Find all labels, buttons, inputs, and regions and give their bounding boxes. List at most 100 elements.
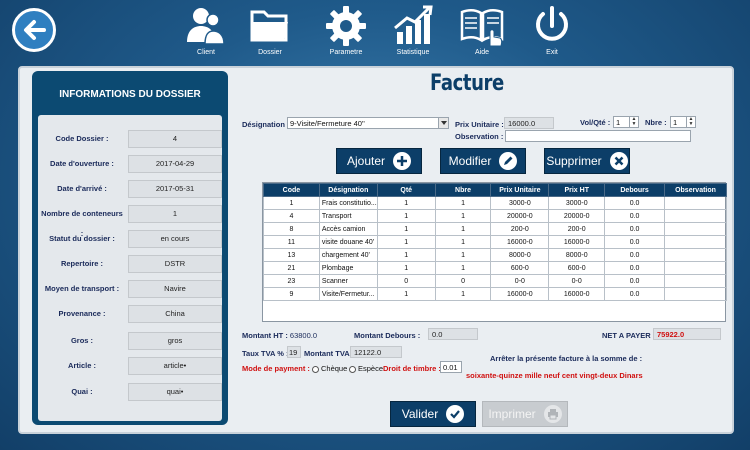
table-cell[interactable]: 1 [263,196,320,210]
table-cell[interactable]: 0 [434,274,492,288]
table-cell[interactable]: 21 [263,261,320,275]
radio-circle[interactable] [349,365,356,373]
modifier-button[interactable]: Modifier [440,148,526,174]
droit-timbre-input[interactable]: 0.01 [440,361,462,373]
table-cell[interactable]: 8 [263,222,320,236]
table-cell[interactable]: 1 [376,209,436,223]
table-row[interactable]: 8 Accès camion 1 1 200-0 200-0 0.0 [263,222,727,236]
table-row[interactable]: 11 visite douane 40' 1 1 16000-0 16000-0 0.0 [263,235,727,249]
table-cell[interactable]: 9 [263,287,320,301]
table-cell[interactable]: 1 [434,287,492,301]
table-cell[interactable]: 0.0 [604,196,666,210]
stepper-arrows[interactable]: ▲ ▼ [629,117,638,127]
table-cell[interactable]: 16000-0 [490,235,550,249]
table-row[interactable]: 9 Visite/Fermetur... 1 1 16000-0 16000-0 0.0 [263,287,727,301]
table-cell[interactable]: 600-0 [548,261,606,275]
table-cell[interactable]: 0.0 [604,222,666,236]
table-cell[interactable]: 1 [376,235,436,249]
table-row[interactable]: 13 chargement 40' 1 1 8000-0 8000-0 0.0 [263,248,727,262]
table-cell[interactable]: 0.0 [604,261,666,275]
table-cell[interactable] [664,248,727,262]
table-row[interactable]: 4 Transport 1 1 20000-0 20000-0 0.0 [263,209,727,223]
table-cell[interactable] [664,235,727,249]
table-cell[interactable]: 1 [434,196,492,210]
table-cell[interactable]: 1 [376,248,436,262]
table-cell[interactable]: 1 [376,222,436,236]
col-header-code[interactable]: Code [263,183,320,197]
table-cell[interactable]: 4 [263,209,320,223]
table-cell[interactable]: 8000-0 [548,248,606,262]
table-cell[interactable]: chargement 40' [318,248,378,262]
table-cell[interactable]: Transport [318,209,378,223]
table-cell[interactable]: 16000-0 [490,287,550,301]
cheque-radio[interactable]: Chèque [312,364,347,373]
stepper-arrows[interactable]: ▲ ▼ [686,117,695,127]
nav-dossier-button[interactable]: Dossier [240,4,300,56]
table-cell[interactable]: 16000-0 [548,235,606,249]
table-cell[interactable]: Visite/Fermetur... [318,287,378,301]
col-header-prix-ht[interactable]: Prix HT [548,183,606,197]
espece-radio[interactable]: Espèce [349,364,383,373]
table-cell[interactable] [664,274,727,288]
table-cell[interactable]: 20000-0 [490,209,550,223]
table-cell[interactable]: Frais constitutio... [318,196,378,210]
nbre-stepper[interactable]: 1 ▲ ▼ [670,116,696,128]
table-cell[interactable] [664,209,727,223]
table-cell[interactable]: 3000-0 [490,196,550,210]
col-header-nbre[interactable]: Nbre [434,183,492,197]
table-row[interactable]: 1 Frais constitutio... 1 1 3000-0 3000-0 0.0 [263,196,727,210]
table-cell[interactable]: 1 [434,235,492,249]
table-row[interactable]: 21 Plombage 1 1 600-0 600-0 0.0 [263,261,727,275]
col-header-qte[interactable]: Qté [376,183,436,197]
table-cell[interactable]: 11 [263,235,320,249]
table-cell[interactable] [664,196,727,210]
vol-qte-stepper[interactable]: 1 ▲ ▼ [613,116,639,128]
table-cell[interactable]: 0-0 [548,274,606,288]
table-cell[interactable]: Accès camion [318,222,378,236]
table-cell[interactable]: 1 [434,261,492,275]
col-header-observation[interactable]: Observation [664,183,727,197]
table-cell[interactable] [664,287,727,301]
table-cell[interactable]: 0.0 [604,274,666,288]
table-cell[interactable]: 1 [376,287,436,301]
supprimer-button[interactable]: Supprimer [544,148,630,174]
imprimer-button[interactable]: Imprimer [482,401,568,427]
table-cell[interactable]: visite douane 40' [318,235,378,249]
ajouter-button[interactable]: Ajouter [336,148,422,174]
valider-button[interactable]: Valider [390,401,476,427]
back-button[interactable] [12,8,56,52]
table-cell[interactable] [664,261,727,275]
table-cell[interactable]: 0.0 [604,209,666,223]
table-cell[interactable]: 1 [434,248,492,262]
table-cell[interactable]: 20000-0 [548,209,606,223]
chevron-down-icon[interactable]: ▼ [687,122,695,127]
table-cell[interactable]: 1 [376,196,436,210]
invoice-table[interactable]: Code Désignation Qté Nbre Prix Unitaire … [262,182,727,322]
observation-input[interactable] [505,130,691,142]
col-header-prix-unitaire[interactable]: Prix Unitaire [490,183,550,197]
nav-statistique-button[interactable]: Statistique [383,4,443,56]
table-cell[interactable]: 0-0 [490,274,550,288]
nav-parametre-button[interactable]: Parametre [316,4,376,56]
nav-aide-button[interactable]: Aide [452,4,512,56]
table-cell[interactable]: 3000-0 [548,196,606,210]
table-cell[interactable]: 23 [263,274,320,288]
nav-client-button[interactable]: Client [176,4,236,56]
table-cell[interactable]: 0.0 [604,248,666,262]
table-cell[interactable]: 8000-0 [490,248,550,262]
col-header-debours[interactable]: Debours [604,183,666,197]
table-cell[interactable]: Plombage [318,261,378,275]
table-cell[interactable]: Scanner [318,274,378,288]
table-cell[interactable]: 1 [376,261,436,275]
table-cell[interactable]: 13 [263,248,320,262]
table-cell[interactable]: 0 [376,274,436,288]
table-cell[interactable]: 0.0 [604,287,666,301]
table-cell[interactable]: 1 [434,209,492,223]
designation-select[interactable]: 9-Visite/Fermeture 40'' [287,117,449,129]
table-cell[interactable] [664,222,727,236]
table-cell[interactable]: 0.0 [604,235,666,249]
chevron-down-icon[interactable]: ▼ [630,122,638,127]
table-cell[interactable]: 1 [434,222,492,236]
table-cell[interactable]: 200-0 [548,222,606,236]
table-cell[interactable]: 600-0 [490,261,550,275]
